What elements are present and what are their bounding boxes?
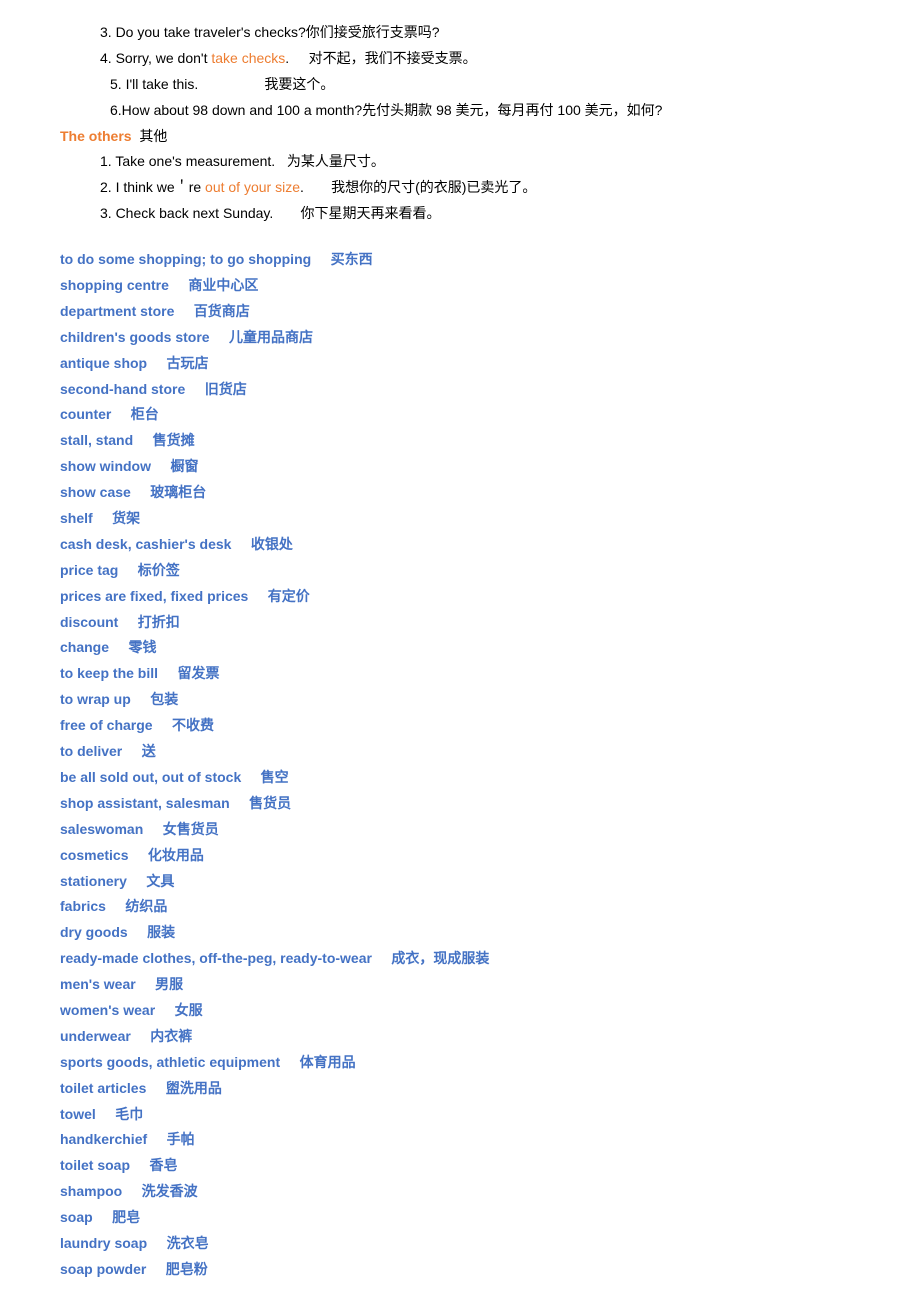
sentence-line: 3. Check back next Sunday. 你下星期天再来看看。 (60, 201, 860, 227)
sentence-line: 2. I think we＇re out of your size. 我想你的尺… (60, 175, 860, 201)
vocab-item: toilet soap 香皂 (60, 1153, 860, 1179)
vocab-item: to do some shopping; to go shopping 买东西 (60, 247, 860, 273)
vocab-item: towel 毛巾 (60, 1102, 860, 1128)
vocab-item: children's goods store 儿童用品商店 (60, 325, 860, 351)
sentence-line: 3. Do you take traveler's checks?你们接受旅行支… (60, 20, 860, 46)
sentence-line: 4. Sorry, we don't take checks. 对不起，我们不接… (60, 46, 860, 72)
vocab-item: to deliver 送 (60, 739, 860, 765)
vocab-item: show case 玻璃柜台 (60, 480, 860, 506)
vocab-item: to keep the bill 留发票 (60, 661, 860, 687)
highlight: take checks (211, 50, 285, 66)
vocab-item: cash desk, cashier's desk 收银处 (60, 532, 860, 558)
vocab-list: to do some shopping; to go shopping 买东西s… (60, 247, 860, 1283)
vocab-item: price tag 标价签 (60, 558, 860, 584)
vocab-item: shopping centre 商业中心区 (60, 273, 860, 299)
vocab-item: antique shop 古玩店 (60, 351, 860, 377)
highlight: out of your size (205, 179, 300, 195)
vocab-item: to wrap up 包装 (60, 687, 860, 713)
sentence-list: 3. Do you take traveler's checks?你们接受旅行支… (60, 20, 860, 124)
sentence-line: 6.How about 98 down and 100 a month?先付头期… (60, 98, 860, 124)
vocab-item: underwear 内衣裤 (60, 1024, 860, 1050)
vocab-item: shelf 货架 (60, 506, 860, 532)
vocab-item: soap 肥皂 (60, 1205, 860, 1231)
vocab-item: show window 橱窗 (60, 454, 860, 480)
section-header-zh: 其他 (132, 128, 168, 144)
vocab-item: dry goods 服装 (60, 920, 860, 946)
vocab-item: change 零钱 (60, 635, 860, 661)
others-list: 1. Take one's measurement. 为某人量尺寸。2. I t… (60, 149, 860, 227)
vocab-item: free of charge 不收费 (60, 713, 860, 739)
section-header: The others 其他 (60, 124, 860, 150)
vocab-item: discount 打折扣 (60, 610, 860, 636)
vocab-item: stationery 文具 (60, 869, 860, 895)
vocab-item: toilet articles 盥洗用品 (60, 1076, 860, 1102)
vocab-item: women's wear 女服 (60, 998, 860, 1024)
vocab-item: cosmetics 化妆用品 (60, 843, 860, 869)
vocab-item: handkerchief 手帕 (60, 1127, 860, 1153)
sentence-line: 5. I'll take this. 我要这个。 (60, 72, 860, 98)
vocab-item: saleswoman 女售货员 (60, 817, 860, 843)
vocab-item: prices are fixed, fixed prices 有定价 (60, 584, 860, 610)
vocab-item: stall, stand 售货摊 (60, 428, 860, 454)
vocab-item: counter 柜台 (60, 402, 860, 428)
vocab-item: men's wear 男服 (60, 972, 860, 998)
vocab-item: laundry soap 洗衣皂 (60, 1231, 860, 1257)
vocab-item: soap powder 肥皂粉 (60, 1257, 860, 1283)
vocab-item: shampoo 洗发香波 (60, 1179, 860, 1205)
vocab-item: department store 百货商店 (60, 299, 860, 325)
vocab-item: shop assistant, salesman 售货员 (60, 791, 860, 817)
vocab-item: second-hand store 旧货店 (60, 377, 860, 403)
vocab-item: ready-made clothes, off-the-peg, ready-t… (60, 946, 860, 972)
vocab-item: be all sold out, out of stock 售空 (60, 765, 860, 791)
vocab-item: fabrics 纺织品 (60, 894, 860, 920)
vocab-item: sports goods, athletic equipment 体育用品 (60, 1050, 860, 1076)
section-header-en: The others (60, 128, 132, 144)
sentence-line: 1. Take one's measurement. 为某人量尺寸。 (60, 149, 860, 175)
